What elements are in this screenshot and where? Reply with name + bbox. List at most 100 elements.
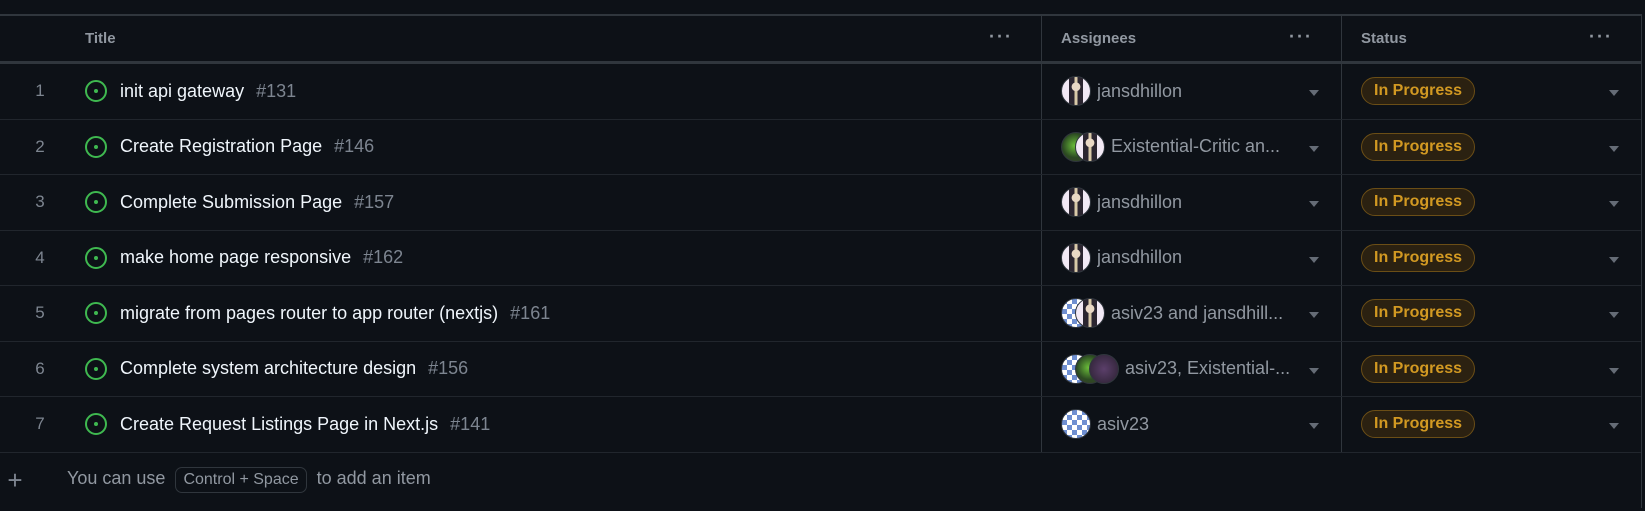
chevron-down-icon[interactable] bbox=[1609, 312, 1619, 319]
column-header-assignees[interactable]: Assignees ··· bbox=[1042, 16, 1342, 61]
open-issue-icon bbox=[85, 80, 107, 103]
column-title-label: Title bbox=[85, 30, 116, 47]
chevron-down-icon[interactable] bbox=[1309, 90, 1319, 97]
row-number: 1 bbox=[35, 81, 45, 101]
title-cell[interactable]: Create Request Listings Page in Next.js … bbox=[85, 397, 1042, 452]
issue-title-link[interactable]: Complete system architecture design bbox=[120, 358, 416, 379]
title-cell[interactable]: init api gateway #131 bbox=[85, 64, 1042, 119]
open-issue-icon bbox=[85, 357, 107, 380]
status-cell[interactable]: In Progress bbox=[1342, 397, 1641, 452]
avatar-stack bbox=[1061, 409, 1091, 440]
add-item-row[interactable]: + You can use Control + Space to add an … bbox=[0, 453, 1641, 508]
keyboard-shortcut: Control + Space bbox=[175, 467, 307, 493]
avatar bbox=[1061, 76, 1091, 107]
chevron-down-icon[interactable] bbox=[1309, 145, 1319, 152]
project-table: Title ··· Assignees ··· Status ··· 1 ini… bbox=[0, 14, 1642, 508]
column-menu-icon[interactable]: ··· bbox=[1289, 26, 1313, 47]
chevron-down-icon[interactable] bbox=[1309, 256, 1319, 263]
status-badge: In Progress bbox=[1361, 77, 1476, 106]
assignees-cell[interactable]: asiv23 and jansdhill... bbox=[1042, 286, 1342, 341]
title-cell[interactable]: Complete Submission Page #157 bbox=[85, 175, 1042, 230]
row-number: 5 bbox=[35, 303, 45, 323]
table-row[interactable]: 3 Complete Submission Page #157 jansdhil… bbox=[0, 175, 1641, 231]
issue-number: #146 bbox=[334, 136, 375, 157]
status-cell[interactable]: In Progress bbox=[1342, 286, 1641, 341]
chevron-down-icon[interactable] bbox=[1309, 312, 1319, 319]
issue-title-link[interactable]: Create Registration Page bbox=[120, 136, 322, 157]
column-menu-icon[interactable]: ··· bbox=[1589, 26, 1613, 47]
table-row[interactable]: 7 Create Request Listings Page in Next.j… bbox=[0, 397, 1641, 453]
column-menu-icon[interactable]: ··· bbox=[989, 26, 1013, 47]
chevron-down-icon[interactable] bbox=[1609, 145, 1619, 152]
status-cell[interactable]: In Progress bbox=[1342, 175, 1641, 230]
issue-title-link[interactable]: Create Request Listings Page in Next.js bbox=[120, 414, 438, 435]
table-row[interactable]: 5 migrate from pages router to app route… bbox=[0, 286, 1641, 342]
chevron-down-icon[interactable] bbox=[1609, 201, 1619, 208]
chevron-down-icon[interactable] bbox=[1309, 423, 1319, 430]
assignees-cell[interactable]: jansdhillon bbox=[1042, 175, 1342, 230]
avatar bbox=[1075, 131, 1105, 162]
assignees-cell[interactable]: asiv23, Existential-... bbox=[1042, 341, 1342, 396]
assignees-names: asiv23, Existential-... bbox=[1125, 358, 1291, 379]
assignees-cell[interactable]: jansdhillon bbox=[1042, 64, 1342, 119]
assignees-cell[interactable]: jansdhillon bbox=[1042, 230, 1342, 285]
avatar-stack bbox=[1061, 76, 1091, 107]
issue-number: #161 bbox=[510, 302, 551, 323]
avatar bbox=[1089, 353, 1119, 384]
table-row[interactable]: 1 init api gateway #131 jansdhillon In P… bbox=[0, 64, 1641, 120]
open-issue-icon bbox=[85, 246, 107, 269]
open-issue-icon bbox=[85, 413, 107, 436]
status-cell[interactable]: In Progress bbox=[1342, 342, 1641, 397]
column-header-title[interactable]: Title ··· bbox=[85, 16, 1042, 61]
chevron-down-icon[interactable] bbox=[1609, 367, 1619, 374]
issue-number: #131 bbox=[256, 80, 297, 101]
status-badge: In Progress bbox=[1361, 188, 1476, 217]
assignees-cell[interactable]: asiv23 bbox=[1042, 397, 1342, 452]
status-cell[interactable]: In Progress bbox=[1342, 64, 1641, 119]
column-header-status[interactable]: Status ··· bbox=[1342, 16, 1641, 61]
issue-title-link[interactable]: migrate from pages router to app router … bbox=[120, 303, 498, 324]
row-number: 7 bbox=[35, 414, 45, 434]
table-row[interactable]: 2 Create Registration Page #146 Existent… bbox=[0, 119, 1641, 175]
status-badge: In Progress bbox=[1361, 354, 1476, 383]
title-cell[interactable]: make home page responsive #162 bbox=[85, 230, 1042, 285]
table-row[interactable]: 6 Complete system architecture design #1… bbox=[0, 341, 1641, 397]
chevron-down-icon[interactable] bbox=[1609, 256, 1619, 263]
assignees-names: Existential-Critic an... bbox=[1111, 136, 1281, 157]
issue-title-link[interactable]: make home page responsive bbox=[120, 247, 351, 268]
open-issue-icon bbox=[85, 302, 107, 325]
open-issue-icon bbox=[85, 191, 107, 214]
plus-icon[interactable]: + bbox=[0, 465, 30, 496]
add-item-hint: You can use Control + Space to add an it… bbox=[67, 467, 431, 493]
assignees-names: asiv23 bbox=[1097, 413, 1150, 434]
table-row[interactable]: 4 make home page responsive #162 jansdhi… bbox=[0, 230, 1641, 286]
status-cell[interactable]: In Progress bbox=[1342, 120, 1641, 175]
row-number: 4 bbox=[35, 247, 45, 267]
hint-prefix: You can use bbox=[67, 468, 166, 488]
title-cell[interactable]: Create Registration Page #146 bbox=[85, 119, 1042, 174]
column-status-label: Status bbox=[1361, 30, 1407, 47]
status-badge: In Progress bbox=[1361, 299, 1476, 328]
issue-number: #157 bbox=[354, 191, 395, 212]
issue-number: #162 bbox=[363, 247, 404, 268]
row-number-header bbox=[0, 16, 85, 61]
chevron-down-icon[interactable] bbox=[1309, 201, 1319, 208]
avatar-stack bbox=[1061, 298, 1105, 329]
title-cell[interactable]: Complete system architecture design #156 bbox=[85, 341, 1042, 396]
chevron-down-icon[interactable] bbox=[1609, 423, 1619, 430]
avatar-stack bbox=[1061, 242, 1091, 273]
issue-title-link[interactable]: Complete Submission Page bbox=[120, 192, 342, 213]
row-number: 3 bbox=[35, 192, 45, 212]
title-cell[interactable]: migrate from pages router to app router … bbox=[85, 286, 1042, 341]
chevron-down-icon[interactable] bbox=[1309, 367, 1319, 374]
status-badge: In Progress bbox=[1361, 132, 1476, 161]
avatar-stack bbox=[1061, 187, 1091, 218]
issue-title-link[interactable]: init api gateway bbox=[120, 81, 244, 102]
assignees-names: jansdhillon bbox=[1097, 247, 1183, 268]
status-cell[interactable]: In Progress bbox=[1342, 231, 1641, 286]
chevron-down-icon[interactable] bbox=[1609, 90, 1619, 97]
avatar-stack bbox=[1061, 131, 1105, 162]
status-badge: In Progress bbox=[1361, 243, 1476, 272]
hint-suffix: to add an item bbox=[316, 468, 431, 488]
assignees-cell[interactable]: Existential-Critic an... bbox=[1042, 119, 1342, 174]
